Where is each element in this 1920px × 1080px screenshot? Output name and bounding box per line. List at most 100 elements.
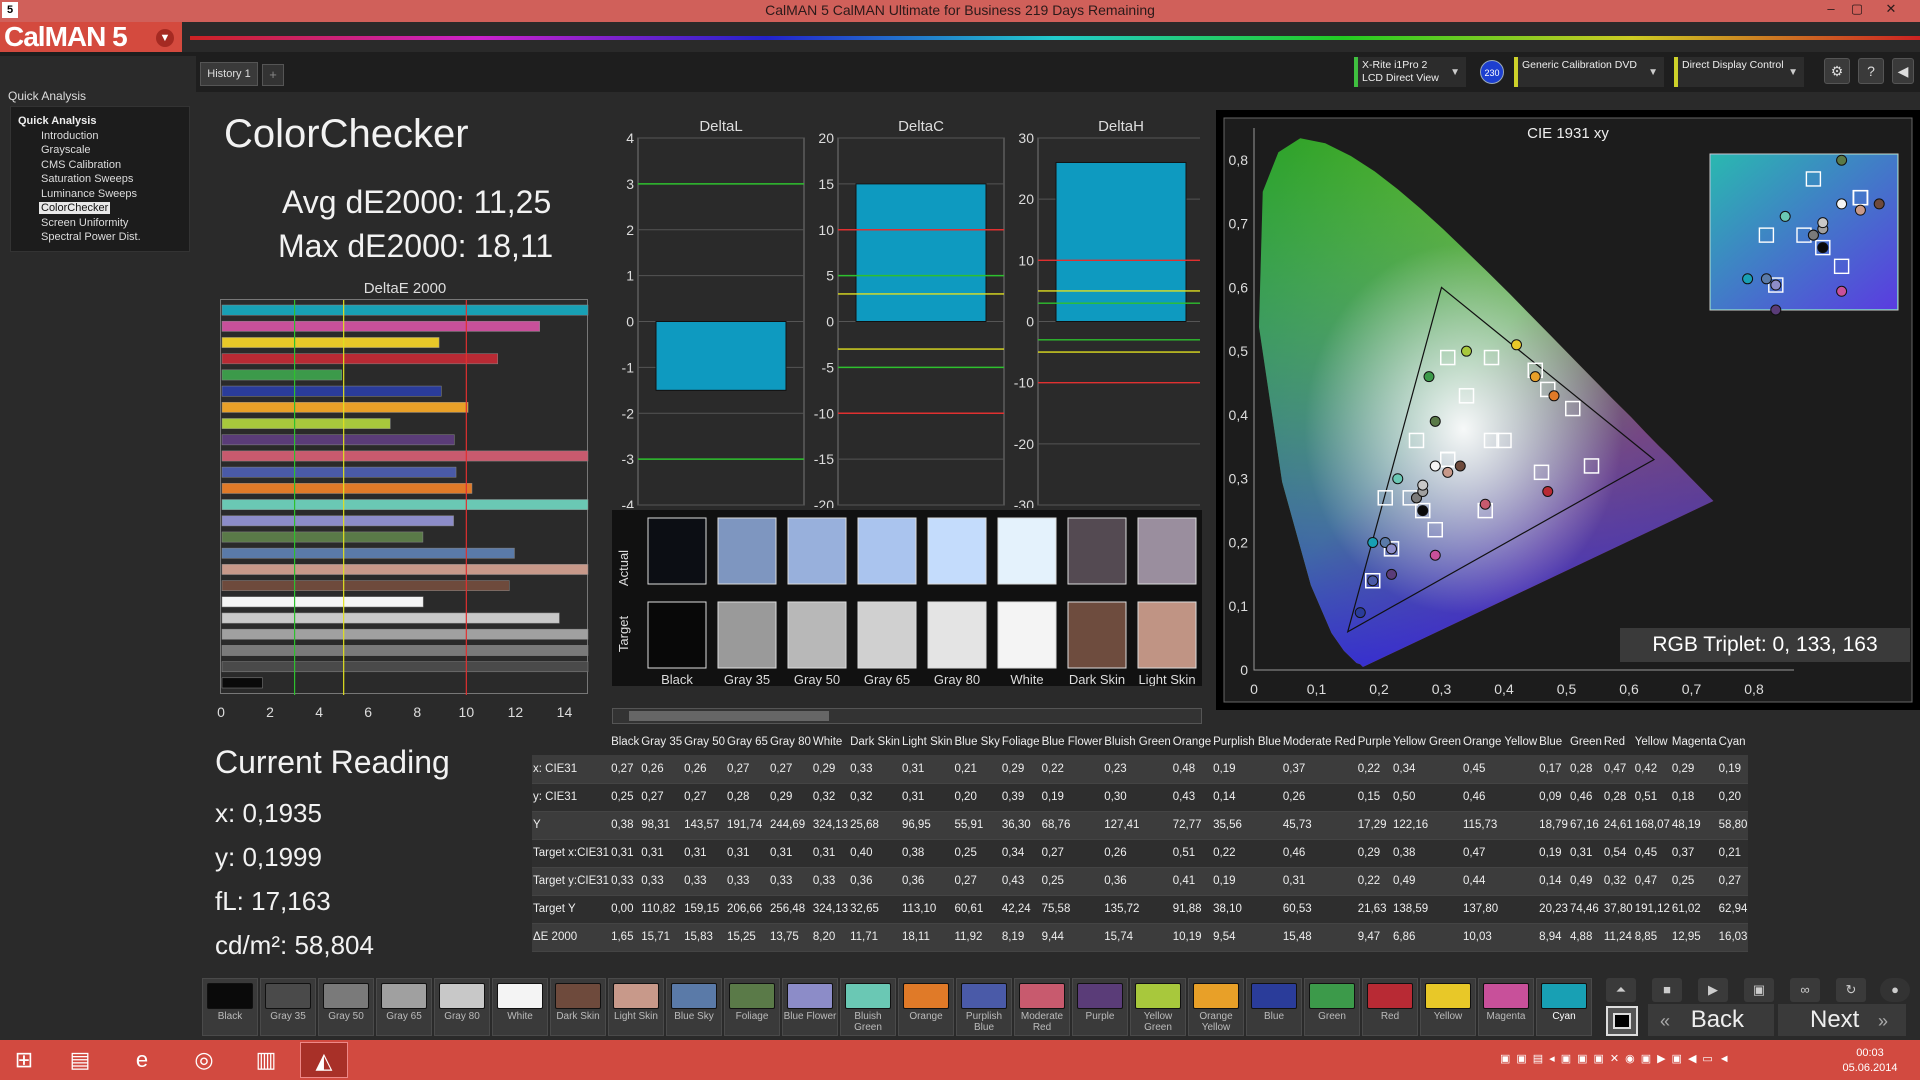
stop-icon[interactable]: ■ [1652,978,1682,1002]
scrollbar-thumb[interactable] [629,711,829,721]
y-tick-label: -4 [622,497,635,508]
deltae-chart-title: DeltaE 2000 [363,280,447,297]
rgb-triplet-readout: RGB Triplet: 0, 133, 163 [1620,628,1910,662]
next-button[interactable]: Next » [1778,1004,1906,1036]
patch-button[interactable]: Cyan [1536,978,1592,1036]
delta-chart-title: DeltaH [1098,118,1144,135]
system-tray-icons[interactable]: ▣▣▤◂▣▣▣✕◉▣▶▣◀▭◄ [1500,1052,1830,1068]
calculator-app-icon[interactable]: ▥ [242,1042,290,1078]
patch-button[interactable]: Dark Skin [550,978,606,1036]
chevron-down-icon: ▼ [1788,67,1798,78]
patch-button[interactable]: Purple [1072,978,1128,1036]
patch-button[interactable]: Orange [898,978,954,1036]
patch-button[interactable]: Red [1362,978,1418,1036]
table-column-header: Light Skin [901,735,953,748]
patch-swatch [961,983,1007,1009]
deltae-bar [221,499,589,510]
table-column-header [532,728,610,755]
patch-button[interactable]: Light Skin [608,978,664,1036]
patch-button[interactable]: Magenta [1478,978,1534,1036]
patch-button[interactable]: Bluish Green [840,978,896,1036]
back-button[interactable]: « Back [1648,1004,1774,1036]
table-row: x: CIE31 0,27 0,26 0,26 0,27 0,27 0,29 0,33 0,31… [532,755,1749,784]
target-swatch [1067,601,1127,669]
patch-swatch [1135,983,1181,1009]
y-tick-label: -20 [1014,436,1034,452]
table-row: Target y:CIE31 0,33 0,33 0,33 0,33 0,33 0,33 0,… [532,867,1749,896]
patch-button[interactable]: Purplish Blue [956,978,1012,1036]
up-arrow-icon[interactable]: ⏶ [1606,978,1636,1002]
tab-history-1[interactable]: History 1 [200,62,258,86]
reading-y: y: 0,1999 [215,842,322,872]
record-icon[interactable]: ● [1880,978,1910,1002]
table-cell: 0,33 [811,867,850,896]
calman-taskbar-icon[interactable]: ◭ [300,1042,348,1078]
patch-button[interactable]: Blue Flower [782,978,838,1036]
sidebar-item-colorchecker[interactable]: ColorChecker [39,202,111,214]
save-icon[interactable]: ▣ [1744,978,1774,1002]
meter-badge[interactable]: 230 [1480,60,1504,84]
patch-button[interactable]: Gray 50 [318,978,374,1036]
sidebar-item-introduction[interactable]: Introduction [41,130,98,142]
tool-app-icon[interactable]: ◎ [180,1042,228,1078]
table-cell: 0,33 [683,867,727,896]
patch-button[interactable]: Yellow Green [1130,978,1186,1036]
internet-explorer-icon[interactable]: e [118,1042,166,1078]
tree-root[interactable]: Quick Analysis [18,115,96,127]
file-explorer-icon[interactable]: ▤ [56,1042,104,1078]
windows-start-icon[interactable]: ⊞ [0,1042,48,1078]
measure-button[interactable] [1606,1006,1638,1036]
patch-button[interactable]: Moderate Red [1014,978,1070,1036]
table-cell: 15,25 [726,923,769,952]
swatch-scrollbar[interactable] [612,708,1202,724]
sidebar-item-luminance-sweeps[interactable]: Luminance Sweeps [41,188,137,200]
table-cell: 0,27 [1040,839,1104,868]
patch-button[interactable]: Yellow [1420,978,1476,1036]
table-cell: 0,19 [1538,839,1569,868]
patch-button[interactable]: Gray 65 [376,978,432,1036]
maximize-button[interactable]: ▢ [1846,1,1868,17]
sidebar-item-grayscale[interactable]: Grayscale [41,144,91,156]
sidebar-item-spectral-power-dist[interactable]: Spectral Power Dist. [41,231,141,243]
table-cell: 55,91 [953,811,1001,840]
deltae-bar [221,628,589,640]
patch-button[interactable]: Black [202,978,258,1036]
y-tick-label: -1 [622,359,635,375]
close-button[interactable]: ✕ [1880,1,1902,17]
swatch-label: White [1010,672,1043,686]
table-cell: 0,47 [1462,839,1539,868]
patch-button[interactable]: Green [1304,978,1360,1036]
help-icon[interactable]: ? [1858,58,1884,84]
clock[interactable]: 00:03 05.06.2014 [1840,1046,1900,1076]
settings-gear-icon[interactable]: ⚙ [1824,58,1850,84]
patch-button[interactable]: Blue [1246,978,1302,1036]
collapse-right-icon[interactable]: ◀ [1892,58,1914,84]
patch-button[interactable]: Foliage [724,978,780,1036]
patch-button[interactable]: Blue Sky [666,978,722,1036]
add-tab-button[interactable]: + [262,64,284,86]
table-cell: 0,25 [1040,867,1104,896]
table-cell: 0,31 [726,839,769,868]
patch-button[interactable]: Gray 35 [260,978,316,1036]
patch-button[interactable]: Gray 80 [434,978,490,1036]
chevron-down-icon[interactable]: ▼ [156,29,174,47]
sidebar-item-saturation-sweeps[interactable]: Saturation Sweeps [41,173,133,185]
deltae-chart: 0 2 4 6 8 10 12 14 [217,299,589,720]
table-cell: 0,47 [1633,867,1671,896]
meter-selector[interactable]: X-Rite i1Pro 2 LCD Direct View ▼ [1354,57,1466,87]
play-icon[interactable]: ▶ [1698,978,1728,1002]
patch-button[interactable]: White [492,978,548,1036]
app-logo[interactable]: CalMAN 5 [0,22,182,52]
y-tick-label: 20 [818,130,834,146]
table-cell: 17,29 [1356,811,1393,840]
patch-button[interactable]: Orange Yellow [1188,978,1244,1036]
display-selector[interactable]: Direct Display Control ▼ [1674,57,1804,87]
reading-cdm2: cd/m²: 58,804 [215,930,374,960]
loop-icon[interactable]: ∞ [1790,978,1820,1002]
patch-swatch [381,983,427,1009]
minimize-button[interactable]: – [1820,1,1842,16]
source-selector[interactable]: Generic Calibration DVD ▼ [1514,57,1664,87]
sidebar-item-screen-uniformity[interactable]: Screen Uniformity [41,217,128,229]
refresh-icon[interactable]: ↻ [1836,978,1866,1002]
sidebar-item-cms-calibration[interactable]: CMS Calibration [41,159,121,171]
